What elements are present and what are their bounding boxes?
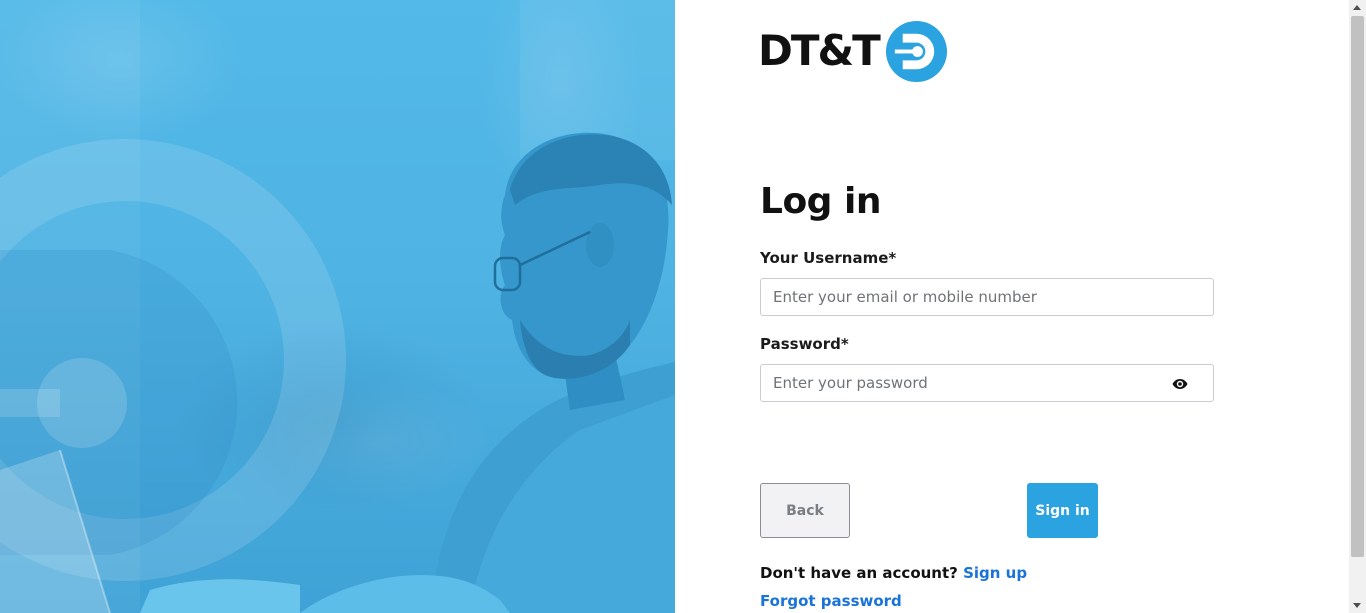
signup-prompt: Don't have an account? Sign up [760, 564, 1027, 582]
no-account-text: Don't have an account? [760, 564, 958, 582]
hero-image [0, 0, 675, 613]
password-input[interactable] [761, 365, 1213, 401]
sign-in-button[interactable]: Sign in [1027, 483, 1098, 538]
login-page: DT&T Log in Your Username* Password* Bac… [0, 0, 1366, 613]
username-field-wrapper [760, 278, 1214, 316]
sign-up-link[interactable]: Sign up [963, 564, 1027, 582]
password-label: Password* [760, 335, 849, 353]
brand-logo[interactable]: DT&T [758, 19, 948, 83]
scroll-up-arrow-icon[interactable] [1353, 5, 1361, 10]
login-panel: DT&T Log in Your Username* Password* Bac… [675, 0, 1349, 613]
forgot-password-link[interactable]: Forgot password [760, 592, 902, 610]
scroll-thumb[interactable] [1351, 16, 1364, 557]
dt-circle-icon [885, 20, 947, 82]
back-button[interactable]: Back [760, 483, 850, 538]
username-input[interactable] [761, 279, 1213, 315]
brand-name: DT&T [758, 26, 881, 75]
page-title: Log in [760, 181, 881, 222]
eye-icon[interactable] [1172, 378, 1188, 390]
hero-illustration [0, 0, 675, 613]
scroll-down-arrow-icon[interactable] [1353, 603, 1361, 608]
username-label: Your Username* [760, 249, 897, 267]
vertical-scrollbar[interactable] [1349, 0, 1366, 613]
password-field-wrapper [760, 364, 1214, 402]
forgot-password-row: Forgot password [760, 592, 902, 610]
